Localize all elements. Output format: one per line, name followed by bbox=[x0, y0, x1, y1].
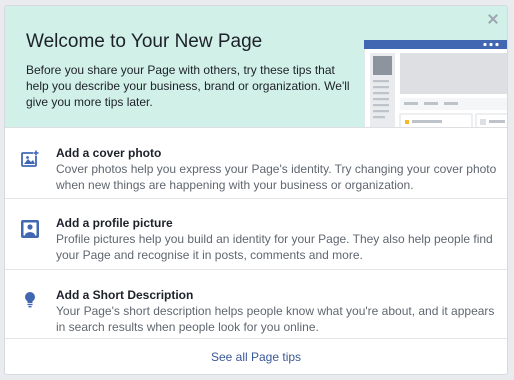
footer: See all Page tips bbox=[5, 339, 507, 374]
tip-description: Cover photos help you express your Page'… bbox=[56, 162, 497, 192]
tip-add-short-description[interactable]: Add a Short Description Your Page's shor… bbox=[5, 270, 507, 339]
welcome-title: Welcome to Your New Page bbox=[26, 31, 263, 52]
tip-description: Your Page's short description helps peop… bbox=[56, 304, 495, 334]
close-icon[interactable] bbox=[487, 13, 499, 25]
tip-description: Profile pictures help you build an ident… bbox=[56, 232, 493, 262]
tip-title: Add a cover photo bbox=[56, 146, 162, 160]
welcome-description: Before you share your Page with others, … bbox=[26, 63, 350, 109]
tip-title: Add a Short Description bbox=[56, 288, 194, 302]
see-all-page-tips-link[interactable]: See all Page tips bbox=[211, 350, 301, 364]
profile-picture-icon bbox=[21, 220, 39, 238]
lightbulb-icon bbox=[25, 292, 35, 308]
photo-icon bbox=[21, 150, 39, 167]
page-preview-illustration bbox=[364, 40, 507, 127]
page-tips-card: Welcome to Your New Page Before you shar… bbox=[4, 5, 508, 375]
tip-add-profile-picture[interactable]: Add a profile picture Profile pictures h… bbox=[5, 199, 507, 270]
welcome-header: Welcome to Your New Page Before you shar… bbox=[5, 6, 507, 128]
tip-title: Add a profile picture bbox=[56, 216, 173, 230]
tip-add-cover-photo[interactable]: Add a cover photo Cover photos help you … bbox=[5, 128, 507, 199]
